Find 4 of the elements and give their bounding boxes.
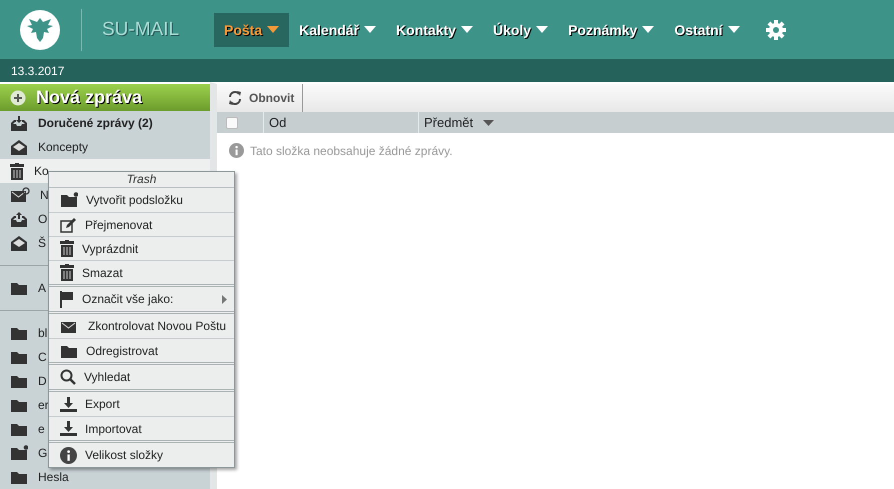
empty-folder-message: Tato složka neobsahuje žádné zprávy. (250, 144, 453, 158)
app-name: SU-MAIL (102, 18, 180, 41)
menu-title: Trash (49, 172, 234, 188)
current-date: 13.3.2017 (11, 64, 64, 78)
